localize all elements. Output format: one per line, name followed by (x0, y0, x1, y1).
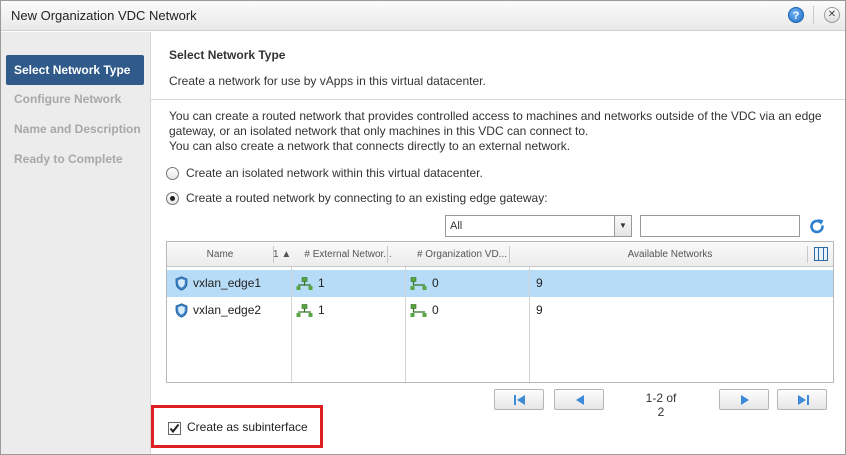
subinterface-label[interactable]: Create as subinterface (187, 420, 308, 434)
previous-page-icon (576, 395, 584, 405)
gateway-search-input[interactable] (640, 215, 800, 237)
cell-org-vdc-networks: 0 (410, 270, 439, 297)
sort-indicator[interactable]: 1 ▲ (273, 242, 291, 267)
page-info: 1-2 of 2 (645, 391, 677, 419)
column-header-name[interactable]: Name (167, 242, 273, 267)
cell-external-networks: 1 (296, 297, 325, 324)
isolated-network-radio[interactable] (166, 166, 179, 180)
wizard-steps: Select Network Type Configure Network Na… (1, 32, 151, 454)
step-ready-to-complete: Ready to Complete (14, 152, 123, 166)
cell-name: vxlan_edge2 (175, 297, 261, 324)
description-line: You can also create a network that conne… (169, 139, 571, 153)
external-networks-count: 1 (318, 303, 325, 317)
header-separator (509, 246, 510, 263)
gateway-name: vxlan_edge1 (193, 276, 262, 290)
last-page-icon (798, 395, 809, 405)
routed-network-radio[interactable] (166, 191, 179, 205)
column-divider (529, 267, 530, 382)
next-page-button[interactable] (719, 389, 769, 410)
cell-external-networks: 1 (296, 270, 325, 297)
gateway-filter-select[interactable]: All ▼ (445, 215, 632, 237)
column-divider (405, 267, 406, 382)
page-subtitle: Create a network for use by vApps in thi… (169, 74, 486, 88)
subinterface-checkbox[interactable] (168, 422, 181, 435)
shield-icon (175, 276, 188, 291)
network-icon (410, 276, 427, 290)
routed-network-label: Create a routed network by connecting to… (186, 191, 548, 205)
description-line: You can create a routed network that pro… (169, 109, 822, 123)
column-header-available-networks[interactable]: Available Networks (529, 242, 811, 267)
cell-name: vxlan_edge1 (175, 270, 261, 297)
first-page-button[interactable] (494, 389, 544, 410)
network-icon (296, 276, 313, 290)
step-name-and-description: Name and Description (14, 122, 141, 136)
wizard-content: Select Network Type Create a network for… (151, 32, 845, 454)
subinterface-highlight: Create as subinterface (151, 405, 323, 448)
page-title: Select Network Type (169, 48, 286, 62)
external-networks-count: 1 (318, 276, 325, 290)
column-divider (291, 267, 292, 382)
isolated-network-label: Create an isolated network within this v… (186, 166, 483, 180)
first-page-icon (514, 395, 525, 405)
dialog-window: New Organization VDC Network ? ✕ Select … (0, 0, 846, 455)
org-vdc-networks-count: 0 (432, 276, 439, 290)
table-row[interactable]: vxlan_edge1 1 0 9 (167, 270, 833, 297)
org-vdc-networks-count: 0 (432, 303, 439, 317)
step-configure-network: Configure Network (14, 92, 122, 106)
chevron-down-icon[interactable]: ▼ (614, 216, 631, 236)
cell-available-networks: 9 (536, 303, 543, 317)
option-routed-network[interactable]: Create a routed network by connecting to… (166, 189, 548, 207)
titlebar-divider (813, 6, 814, 24)
cell-org-vdc-networks: 0 (410, 297, 439, 324)
title-bar: New Organization VDC Network ? ✕ (1, 1, 845, 31)
grid-header: Name 1 ▲ # External Networ... # Organiza… (167, 242, 833, 267)
table-row[interactable]: vxlan_edge2 1 0 9 (167, 297, 833, 324)
help-icon[interactable]: ? (788, 7, 804, 23)
divider (151, 99, 845, 100)
columns-icon[interactable] (814, 247, 828, 261)
shield-icon (175, 303, 188, 318)
gateway-filter-value: All (450, 220, 463, 232)
next-page-icon (741, 395, 749, 405)
edge-gateway-grid: Name 1 ▲ # External Networ... # Organiza… (166, 241, 834, 383)
dialog-title: New Organization VDC Network (11, 8, 197, 23)
header-separator (807, 246, 808, 263)
description-paragraph: You can create a routed network that pro… (169, 109, 839, 154)
network-icon (296, 303, 313, 317)
last-page-button[interactable] (777, 389, 827, 410)
column-header-org-vdc-networks[interactable]: # Organization VD... (405, 242, 519, 267)
description-line: gateway, or an isolated network that onl… (169, 124, 589, 138)
close-icon[interactable]: ✕ (824, 7, 840, 23)
option-isolated-network[interactable]: Create an isolated network within this v… (166, 164, 483, 182)
gateway-name: vxlan_edge2 (193, 303, 262, 317)
header-separator (387, 246, 388, 263)
cell-available-networks: 9 (536, 276, 543, 290)
step-select-network-type[interactable]: Select Network Type (6, 55, 144, 85)
checkmark-icon (169, 423, 180, 434)
previous-page-button[interactable] (554, 389, 604, 410)
network-icon (410, 303, 427, 317)
refresh-icon[interactable] (808, 217, 826, 235)
